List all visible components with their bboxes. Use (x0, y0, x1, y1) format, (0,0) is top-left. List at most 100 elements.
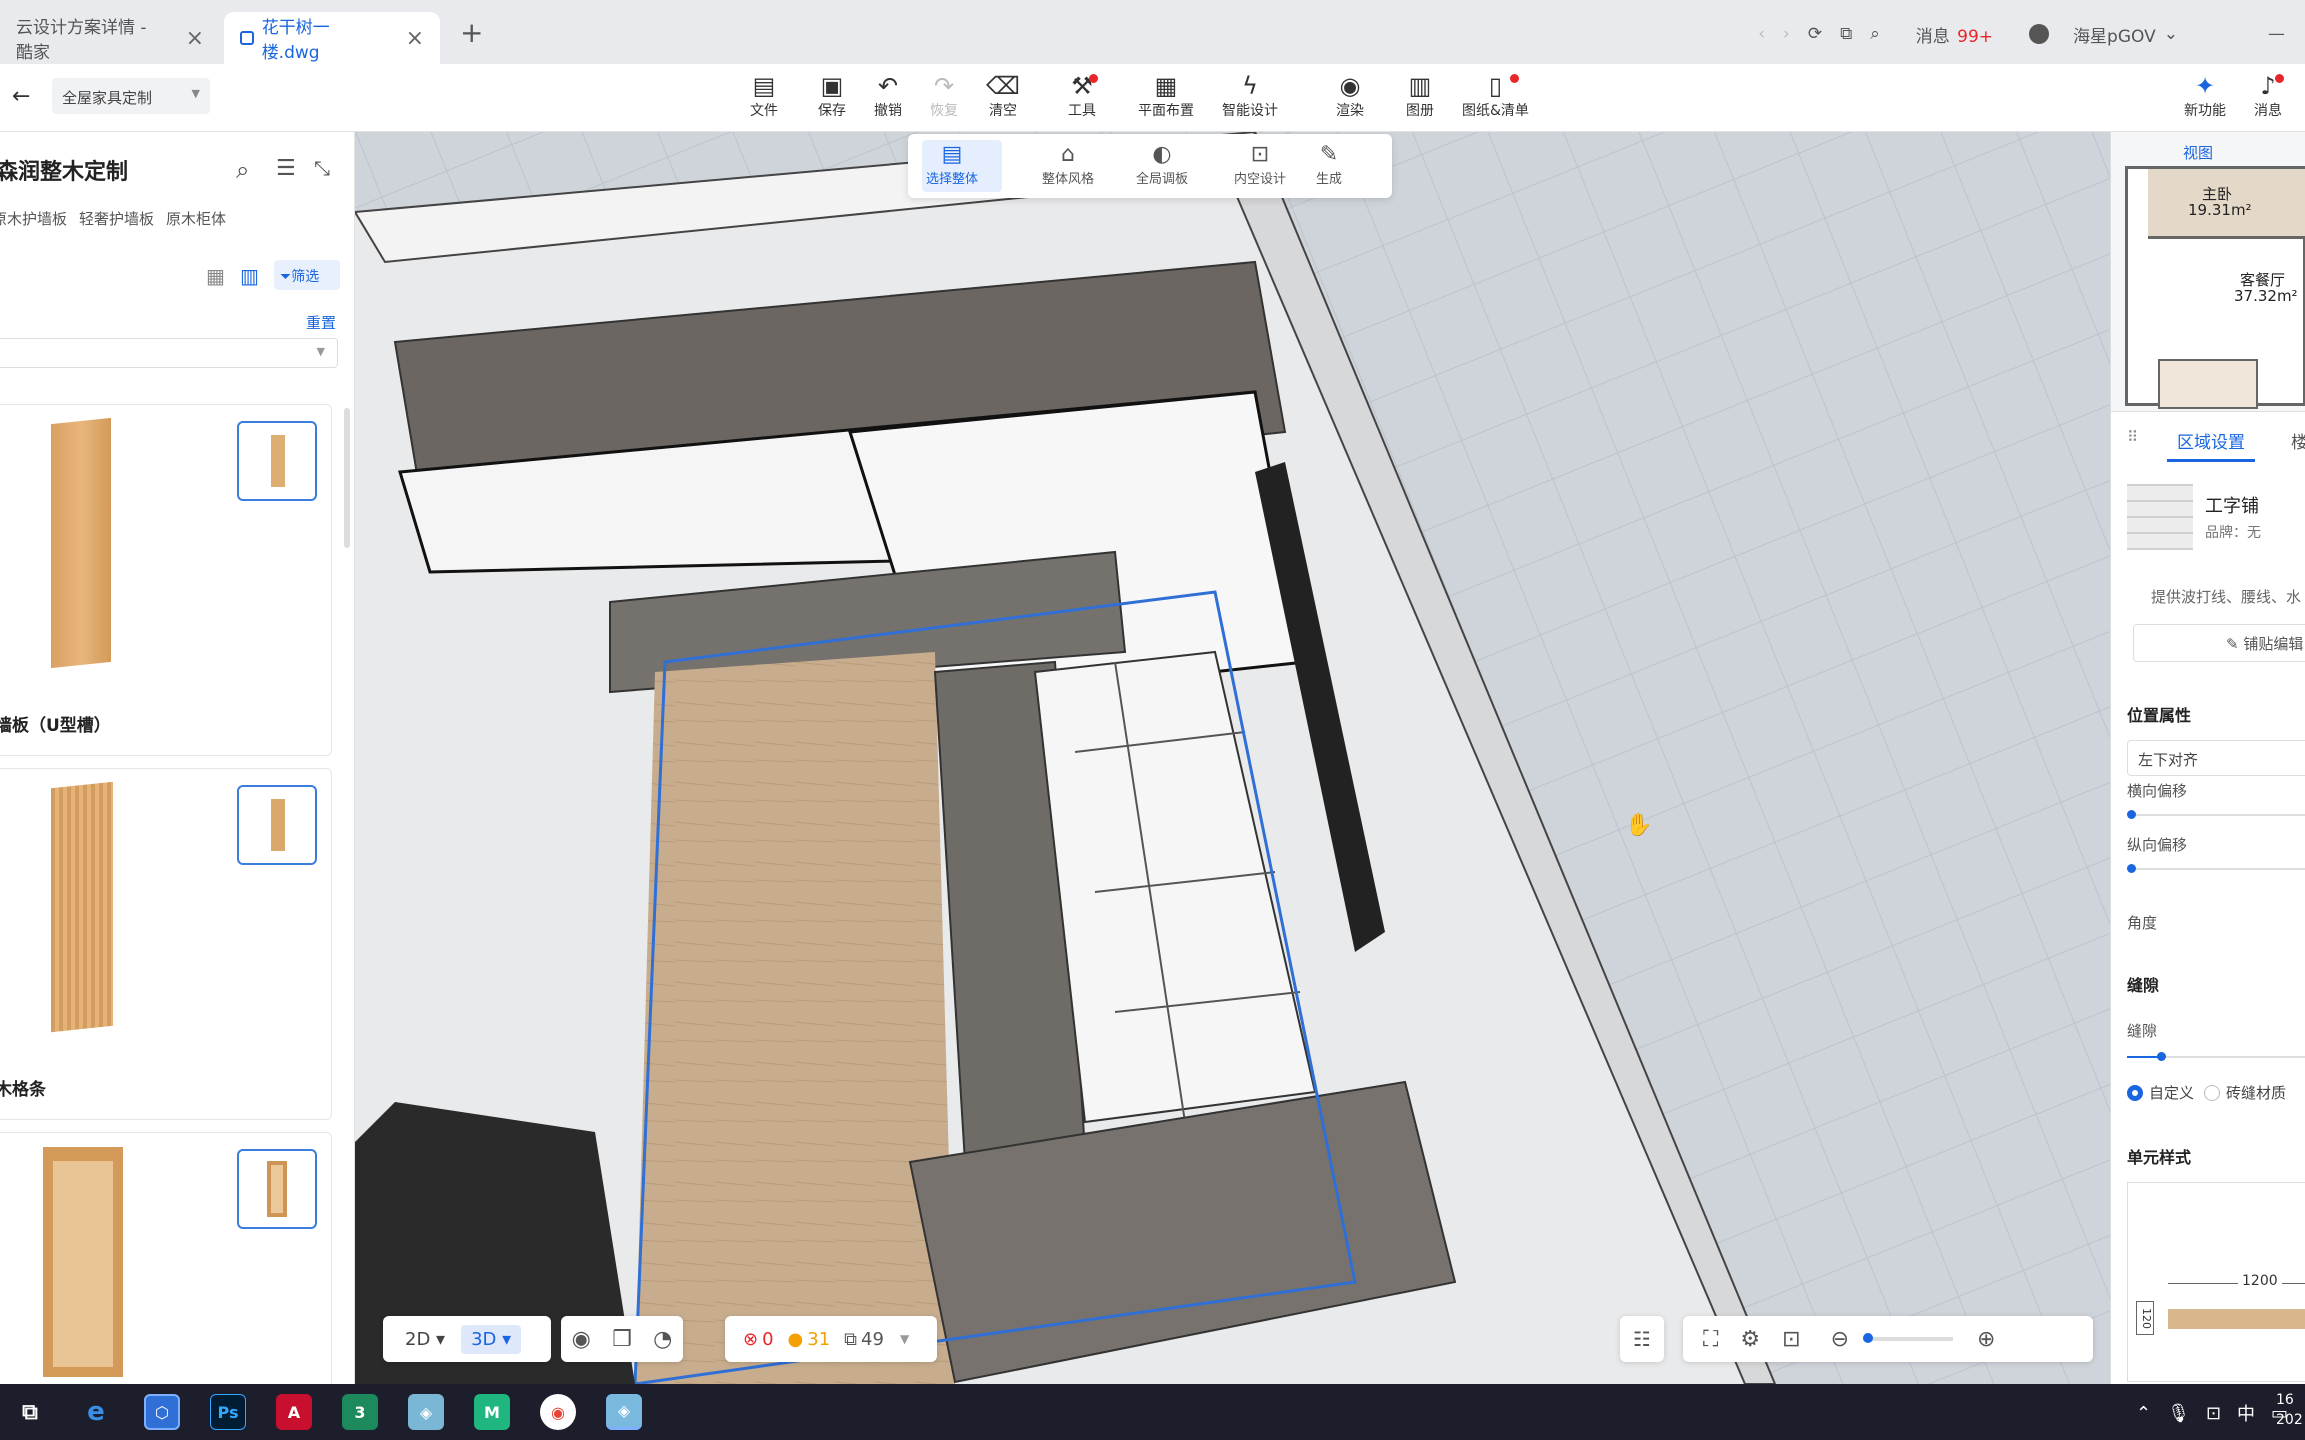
fit-view-icon[interactable]: ⛶ (1703, 1327, 1718, 1352)
product-thumbnail[interactable] (237, 785, 317, 865)
tool-album[interactable]: ▥ 图册 (1406, 72, 1434, 120)
tool-smart-design[interactable]: ϟ 智能设计 (1222, 72, 1278, 120)
edge-browser-icon[interactable]: e (78, 1394, 114, 1430)
tool-redo[interactable]: ↷ 恢复 (930, 72, 958, 120)
cube-icon[interactable]: ❒ (612, 1327, 632, 1352)
product-card[interactable]: 墙板（U型槽） (0, 404, 332, 756)
app-icon[interactable]: ◈ (606, 1394, 642, 1430)
drag-handle-icon[interactable]: ⠿ (2127, 428, 2138, 446)
product-card[interactable] (0, 1132, 332, 1384)
ime-indicator[interactable]: 中 (2237, 1400, 2255, 1426)
settings-toggle[interactable]: ☷ (1620, 1316, 1664, 1362)
meitu-icon[interactable]: M (474, 1394, 510, 1430)
product-thumbnail[interactable] (237, 1149, 317, 1229)
scrollbar[interactable] (344, 408, 350, 548)
subtool-generate[interactable]: ✎ 生成 (1316, 142, 1342, 187)
slider-handle[interactable] (2157, 1052, 2166, 1061)
minimap-tab[interactable]: 视图 (2183, 142, 2213, 163)
align-select[interactable]: 左下对齐 (2127, 740, 2305, 776)
filter-button[interactable]: ⏷筛选 (274, 260, 340, 290)
back-button[interactable]: ← (12, 84, 30, 109)
search-icon[interactable]: ⌕ (236, 156, 249, 184)
tool-drawings[interactable]: ▯ 图纸&清单 (1462, 72, 1529, 120)
slider-handle[interactable] (2127, 810, 2136, 819)
reset-link[interactable]: 重置 (306, 312, 336, 333)
collapse-icon[interactable]: ⤡ (314, 156, 330, 180)
tab-other[interactable]: 楼 (2291, 428, 2305, 453)
tool-layout[interactable]: ▦ 平面布置 (1138, 72, 1194, 120)
3d-viewport[interactable]: ✋ ▤ 选择整体 ⌂ 整体风格 ◐ 全局调板 ⊡ 内空设计 ✎ 生成 2D ▾ 3D ▾ … (355, 132, 2110, 1384)
tool-render[interactable]: ◉ 渲染 (1336, 72, 1364, 120)
product-thumbnail[interactable] (237, 421, 317, 501)
tool-clear[interactable]: ⌫ 清空 (986, 72, 1020, 120)
back-icon[interactable]: ‹ (1758, 24, 1765, 44)
tool-messages[interactable]: ♪ 消息 (2254, 72, 2284, 120)
zoom-in-icon[interactable]: ⊕ (1977, 1327, 1995, 1352)
focus-icon[interactable]: ⊡ (1782, 1327, 1800, 1352)
messages-link[interactable]: 消息 99+ (1898, 22, 1993, 47)
radio-custom[interactable] (2127, 1084, 2143, 1101)
zoom-slider-handle[interactable] (1863, 1333, 1874, 1343)
tab-region-settings[interactable]: 区域设置 (2167, 422, 2255, 462)
autocad-icon[interactable]: A (276, 1394, 312, 1430)
microphone-icon[interactable]: 🎙 (2167, 1403, 2190, 1424)
category-tab[interactable]: 原木柜体 (166, 208, 226, 229)
product-card[interactable]: 木格条 (0, 768, 332, 1120)
v-offset-slider[interactable] (2127, 864, 2305, 873)
zoom-slider[interactable] (1863, 1333, 1954, 1343)
close-icon[interactable]: × (186, 26, 204, 51)
category-tab[interactable]: 原木护墙板 (0, 208, 67, 229)
list-view-icon[interactable]: ▥ (240, 264, 259, 288)
edit-tiling-button[interactable]: ✎ 铺贴编辑 (2133, 624, 2305, 662)
close-icon[interactable]: × (406, 26, 424, 51)
mode-select[interactable]: 全屋家具定制 ▼ (52, 78, 210, 114)
network-icon[interactable]: ⊡ (2206, 1403, 2221, 1424)
slider-handle[interactable] (2127, 864, 2136, 873)
tool-undo[interactable]: ↶ 撤销 (874, 72, 902, 120)
material-swatch[interactable] (2127, 484, 2193, 550)
forward-icon[interactable]: › (1783, 24, 1790, 44)
gauge-icon[interactable]: ◔ (653, 1327, 672, 1352)
radio-tile-material[interactable] (2204, 1084, 2221, 1101)
chrome-icon[interactable]: ◉ (540, 1394, 576, 1430)
category-tab[interactable]: 轻奢护墙板 (79, 208, 154, 229)
gap-slider[interactable] (2127, 1052, 2305, 1061)
subtool-interior[interactable]: ⊡ 内空设计 (1234, 142, 1286, 187)
tool-save[interactable]: ▣ 保存 (818, 72, 846, 120)
screenshot-icon[interactable]: ⧉ (1840, 24, 1852, 44)
chevron-down-icon[interactable]: ▼ (900, 1332, 909, 1346)
tool-tools[interactable]: ⚒ 工具 (1068, 72, 1098, 120)
eye-icon[interactable]: ◉ (572, 1327, 591, 1352)
refresh-icon[interactable]: ⟳ (1808, 24, 1822, 44)
app-icon[interactable]: ◈ (408, 1394, 444, 1430)
warning-count[interactable]: 31 (807, 1329, 830, 1350)
new-tab-button[interactable]: + (460, 16, 483, 49)
camera-settings-icon[interactable]: ⚙ (1740, 1327, 1760, 1352)
subtool-global-board[interactable]: ◐ 全局调板 (1136, 142, 1188, 187)
user-menu[interactable]: 海星pGOV ⌄ (2011, 22, 2178, 47)
clock[interactable]: 16 202 (2276, 1390, 2305, 1430)
error-count[interactable]: 0 (762, 1329, 773, 1350)
item-count[interactable]: 49 (861, 1329, 884, 1350)
browser-tab[interactable]: 云设计方案详情 - 酷家 × (0, 12, 220, 64)
tool-file[interactable]: ▤ 文件 (750, 72, 778, 120)
browser-tab-active[interactable]: 花干树一楼.dwg × (224, 12, 440, 64)
minimize-button[interactable]: — (2268, 24, 2285, 44)
kujiale-app-icon[interactable]: ⬡ (144, 1394, 180, 1430)
3dsmax-icon[interactable]: 3 (342, 1394, 378, 1430)
h-offset-slider[interactable] (2127, 810, 2305, 819)
zoom-out-icon[interactable]: ⊖ (1831, 1327, 1849, 1352)
photoshop-icon[interactable]: Ps (210, 1394, 246, 1430)
tool-new-feature[interactable]: ✦ 新功能 (2184, 72, 2226, 120)
view-3d-button[interactable]: 3D ▾ (461, 1324, 522, 1354)
grid-view-icon[interactable]: ▦ (206, 264, 225, 288)
filter-select[interactable]: ▼ (0, 338, 338, 368)
subtool-select-whole[interactable]: ▤ 选择整体 (926, 142, 978, 187)
chevron-up-icon[interactable]: ⌃ (2136, 1403, 2151, 1424)
task-view-icon[interactable]: ⧉ (12, 1394, 48, 1430)
subtool-style[interactable]: ⌂ 整体风格 (1042, 142, 1094, 187)
minimap[interactable]: 视图 主卧 19.31m² 客餐厅 37.32m² (2111, 132, 2305, 412)
list-menu-icon[interactable]: ☰ (276, 156, 296, 181)
search-icon[interactable]: ⌕ (1870, 24, 1880, 44)
view-2d-button[interactable]: 2D ▾ (395, 1325, 455, 1354)
